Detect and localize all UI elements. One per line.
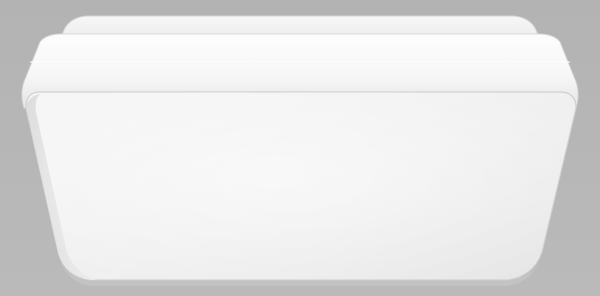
ceiling-light-illustration: [0, 0, 600, 296]
product-photo: [0, 0, 600, 296]
diffuser-glow: [26, 92, 576, 280]
